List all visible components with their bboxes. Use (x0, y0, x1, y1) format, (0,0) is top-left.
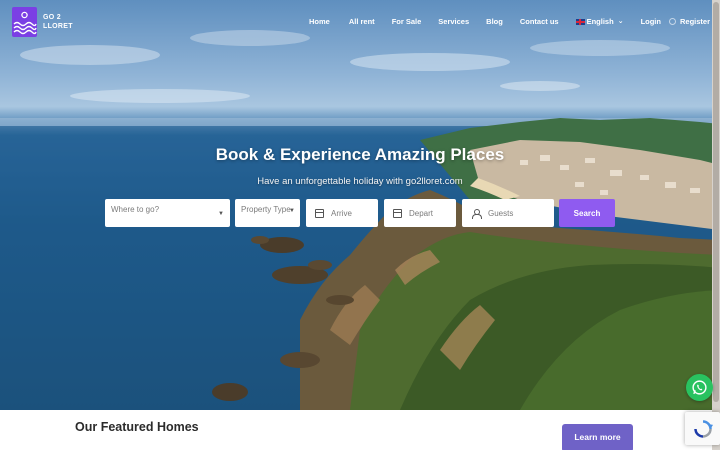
nav-services[interactable]: Services (438, 17, 469, 26)
nav-all-rent[interactable]: All rent (349, 17, 375, 26)
guests-label: Guests (488, 208, 514, 218)
language-label: English (586, 16, 614, 26)
whatsapp-button[interactable] (686, 374, 713, 401)
scrollbar[interactable] (712, 0, 720, 450)
guests-field[interactable]: Guests (462, 199, 554, 227)
calendar-icon (393, 208, 402, 218)
nav-for-sale[interactable]: For Sale (392, 17, 422, 26)
property-type-placeholder: Property Type (241, 205, 291, 214)
nav-home[interactable]: Home (309, 17, 330, 26)
hero-subtitle: Have an unforgettable holiday with go2ll… (257, 176, 463, 187)
depart-date-field[interactable]: Depart (384, 199, 456, 227)
logo-line-1: GO 2 (43, 14, 61, 21)
featured-homes-heading: Our Featured Homes (75, 420, 199, 434)
learn-more-button[interactable]: Learn more (562, 424, 633, 450)
where-placeholder: Where to go? (111, 205, 160, 214)
calendar-icon (315, 208, 324, 218)
language-selector[interactable]: English ⌄ (575, 16, 624, 26)
recaptcha-badge[interactable] (685, 412, 720, 445)
user-icon (668, 17, 676, 25)
person-icon (472, 208, 482, 219)
main-nav: Home All rent For Sale Services Blog Con… (309, 15, 710, 27)
property-type-select[interactable]: Property Type ▼ (235, 199, 300, 227)
whatsapp-icon (692, 380, 707, 395)
logo-icon (12, 7, 37, 37)
hero-title: Book & Experience Amazing Places (215, 145, 505, 164)
caret-down-icon: ▼ (218, 211, 224, 217)
logo-text: GO 2 LLORET (43, 13, 73, 31)
site-logo[interactable]: GO 2 LLORET (12, 7, 73, 37)
nav-contact-us[interactable]: Contact us (520, 17, 559, 26)
depart-label: Depart (409, 208, 434, 218)
arrive-date-field[interactable]: Arrive (306, 199, 378, 227)
search-button[interactable]: Search (559, 199, 615, 227)
chevron-down-icon: ⌄ (617, 17, 624, 25)
nav-blog[interactable]: Blog (486, 17, 503, 26)
scrollbar-thumb[interactable] (713, 2, 719, 402)
caret-down-icon: ▼ (289, 208, 295, 214)
recaptcha-icon (693, 419, 713, 438)
arrive-label: Arrive (331, 208, 352, 218)
flag-uk-icon (575, 18, 585, 25)
nav-register[interactable]: Register (680, 17, 710, 26)
nav-login[interactable]: Login (641, 17, 661, 26)
where-to-go-select[interactable]: Where to go? ▼ (105, 199, 230, 227)
logo-line-2: LLORET (43, 23, 73, 30)
